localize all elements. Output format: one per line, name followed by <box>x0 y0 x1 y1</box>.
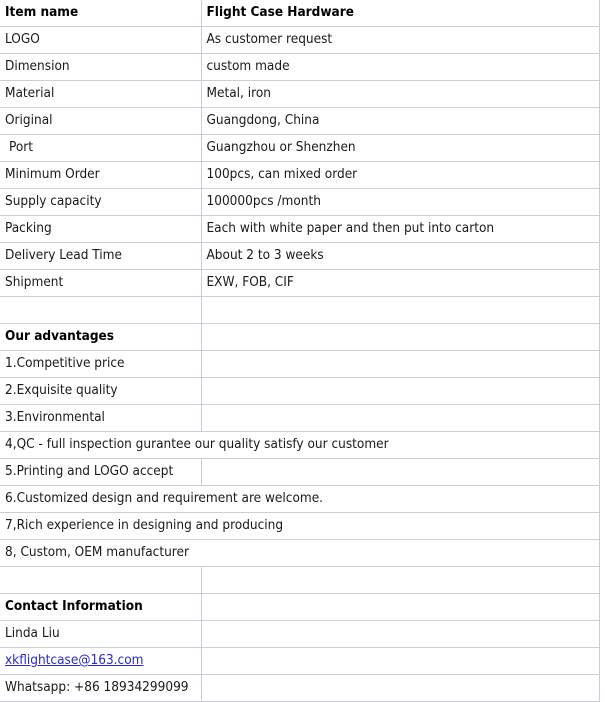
table-row: Our advantages <box>0 323 600 351</box>
table-row: Linda Liu <box>0 620 600 648</box>
row-label-cell: Our advantages <box>0 323 202 351</box>
row-value-cell: 100000pcs /month <box>201 188 600 216</box>
row-label-cell: Material <box>0 80 202 108</box>
row-label-cell: Linda Liu <box>0 620 202 648</box>
row-value-cell <box>201 620 600 648</box>
row-label-cell: Contact Information <box>0 593 202 621</box>
row-label-cell: Shipment <box>0 269 202 297</box>
row-value-cell <box>201 647 600 675</box>
table-row: Dimension custom made <box>0 53 600 81</box>
row-label-cell: Packing <box>0 215 202 243</box>
row-value-cell: Each with white paper and then put into … <box>201 215 600 243</box>
row-label-cell: 4,QC - full inspection gurantee our qual… <box>0 431 389 459</box>
row-label-cell: LOGO <box>0 26 202 54</box>
row-value-cell <box>201 458 600 486</box>
table-row: Original Guangdong, China <box>0 107 600 135</box>
header-value-cell: Flight Case Hardware <box>201 0 600 27</box>
row-value-cell: EXW, FOB, CIF <box>201 269 600 297</box>
table-row: Delivery Lead Time About 2 to 3 weeks <box>0 242 600 270</box>
table-row: Packing Each with white paper and then pu… <box>0 215 600 243</box>
table-row: Port Guangzhou or Shenzhen <box>0 134 600 162</box>
row-label-cell: 3.Environmental <box>0 404 202 432</box>
table-body: Item name Flight Case Hardware LOGO As cust… <box>0 0 600 702</box>
row-value-cell <box>201 593 600 621</box>
table-row: 8, Custom, OEM manufacturer <box>0 539 600 567</box>
table-row: 3.Environmental <box>0 404 600 432</box>
table-row: 5.Printing and LOGO accept <box>0 458 600 486</box>
header-label-cell: Item name <box>0 0 202 27</box>
spacer-row <box>0 566 600 594</box>
row-value-cell: About 2 to 3 weeks <box>201 242 600 270</box>
table-row: 6.Customized design and requirement are … <box>0 485 600 513</box>
table-row: Whatsapp: +86 18934299099 <box>0 674 600 702</box>
row-value-cell <box>201 539 600 567</box>
row-label-cell: xkflightcase@163.com <box>0 647 202 675</box>
spacer-row <box>0 296 600 324</box>
row-value-cell <box>201 674 600 702</box>
row-label-cell: Supply capacity <box>0 188 202 216</box>
row-value-cell: Guangdong, China <box>201 107 600 135</box>
row-value-cell: 100pcs, can mixed order <box>201 161 600 189</box>
product-specification-table: Item name Flight Case Hardware LOGO As cust… <box>0 0 600 702</box>
row-label-cell: Whatsapp: +86 18934299099 <box>0 674 202 702</box>
table-row: 2.Exquisite quality <box>0 377 600 405</box>
row-label-cell: 5.Printing and LOGO accept <box>0 458 202 486</box>
spacer-cell <box>0 566 202 594</box>
row-value-cell <box>201 404 600 432</box>
table-row: 7,Rich experience in designing and produ… <box>0 512 600 540</box>
row-value-cell <box>201 323 600 351</box>
table-row: xkflightcase@163.com <box>0 647 600 675</box>
spacer-cell <box>201 296 600 324</box>
row-value-cell: Guangzhou or Shenzhen <box>201 134 600 162</box>
row-value-cell <box>201 377 600 405</box>
row-label-cell: Delivery Lead Time <box>0 242 202 270</box>
row-label-cell: Minimum Order <box>0 161 202 189</box>
row-label-cell: 7,Rich experience in designing and produ… <box>0 512 283 540</box>
row-value-cell: custom made <box>201 53 600 81</box>
row-label-cell: 8, Custom, OEM manufacturer <box>0 539 201 567</box>
spacer-cell <box>0 296 202 324</box>
spacer-cell <box>201 566 600 594</box>
row-label-cell: Port <box>0 134 202 162</box>
table-row: LOGO As customer request <box>0 26 600 54</box>
table-row: 4,QC - full inspection gurantee our qual… <box>0 431 600 459</box>
email-link[interactable]: xkflightcase@163.com <box>5 652 143 668</box>
row-value-cell: As customer request <box>201 26 600 54</box>
table-row: Minimum Order 100pcs, can mixed order <box>0 161 600 189</box>
table-row: Material Metal, iron <box>0 80 600 108</box>
row-label-cell: Original <box>0 107 202 135</box>
row-label-cell: 6.Customized design and requirement are … <box>0 485 323 513</box>
table-row: Shipment EXW, FOB, CIF <box>0 269 600 297</box>
row-label-cell: 1.Competitive price <box>0 350 202 378</box>
row-value-cell: Metal, iron <box>201 80 600 108</box>
row-value-cell <box>201 350 600 378</box>
table-row: Supply capacity 100000pcs /month <box>0 188 600 216</box>
row-label-cell: 2.Exquisite quality <box>0 377 202 405</box>
row-label-cell: Dimension <box>0 53 202 81</box>
table-row: Contact Information <box>0 593 600 621</box>
table-row: 1.Competitive price <box>0 350 600 378</box>
table-header-row: Item name Flight Case Hardware <box>0 0 600 27</box>
